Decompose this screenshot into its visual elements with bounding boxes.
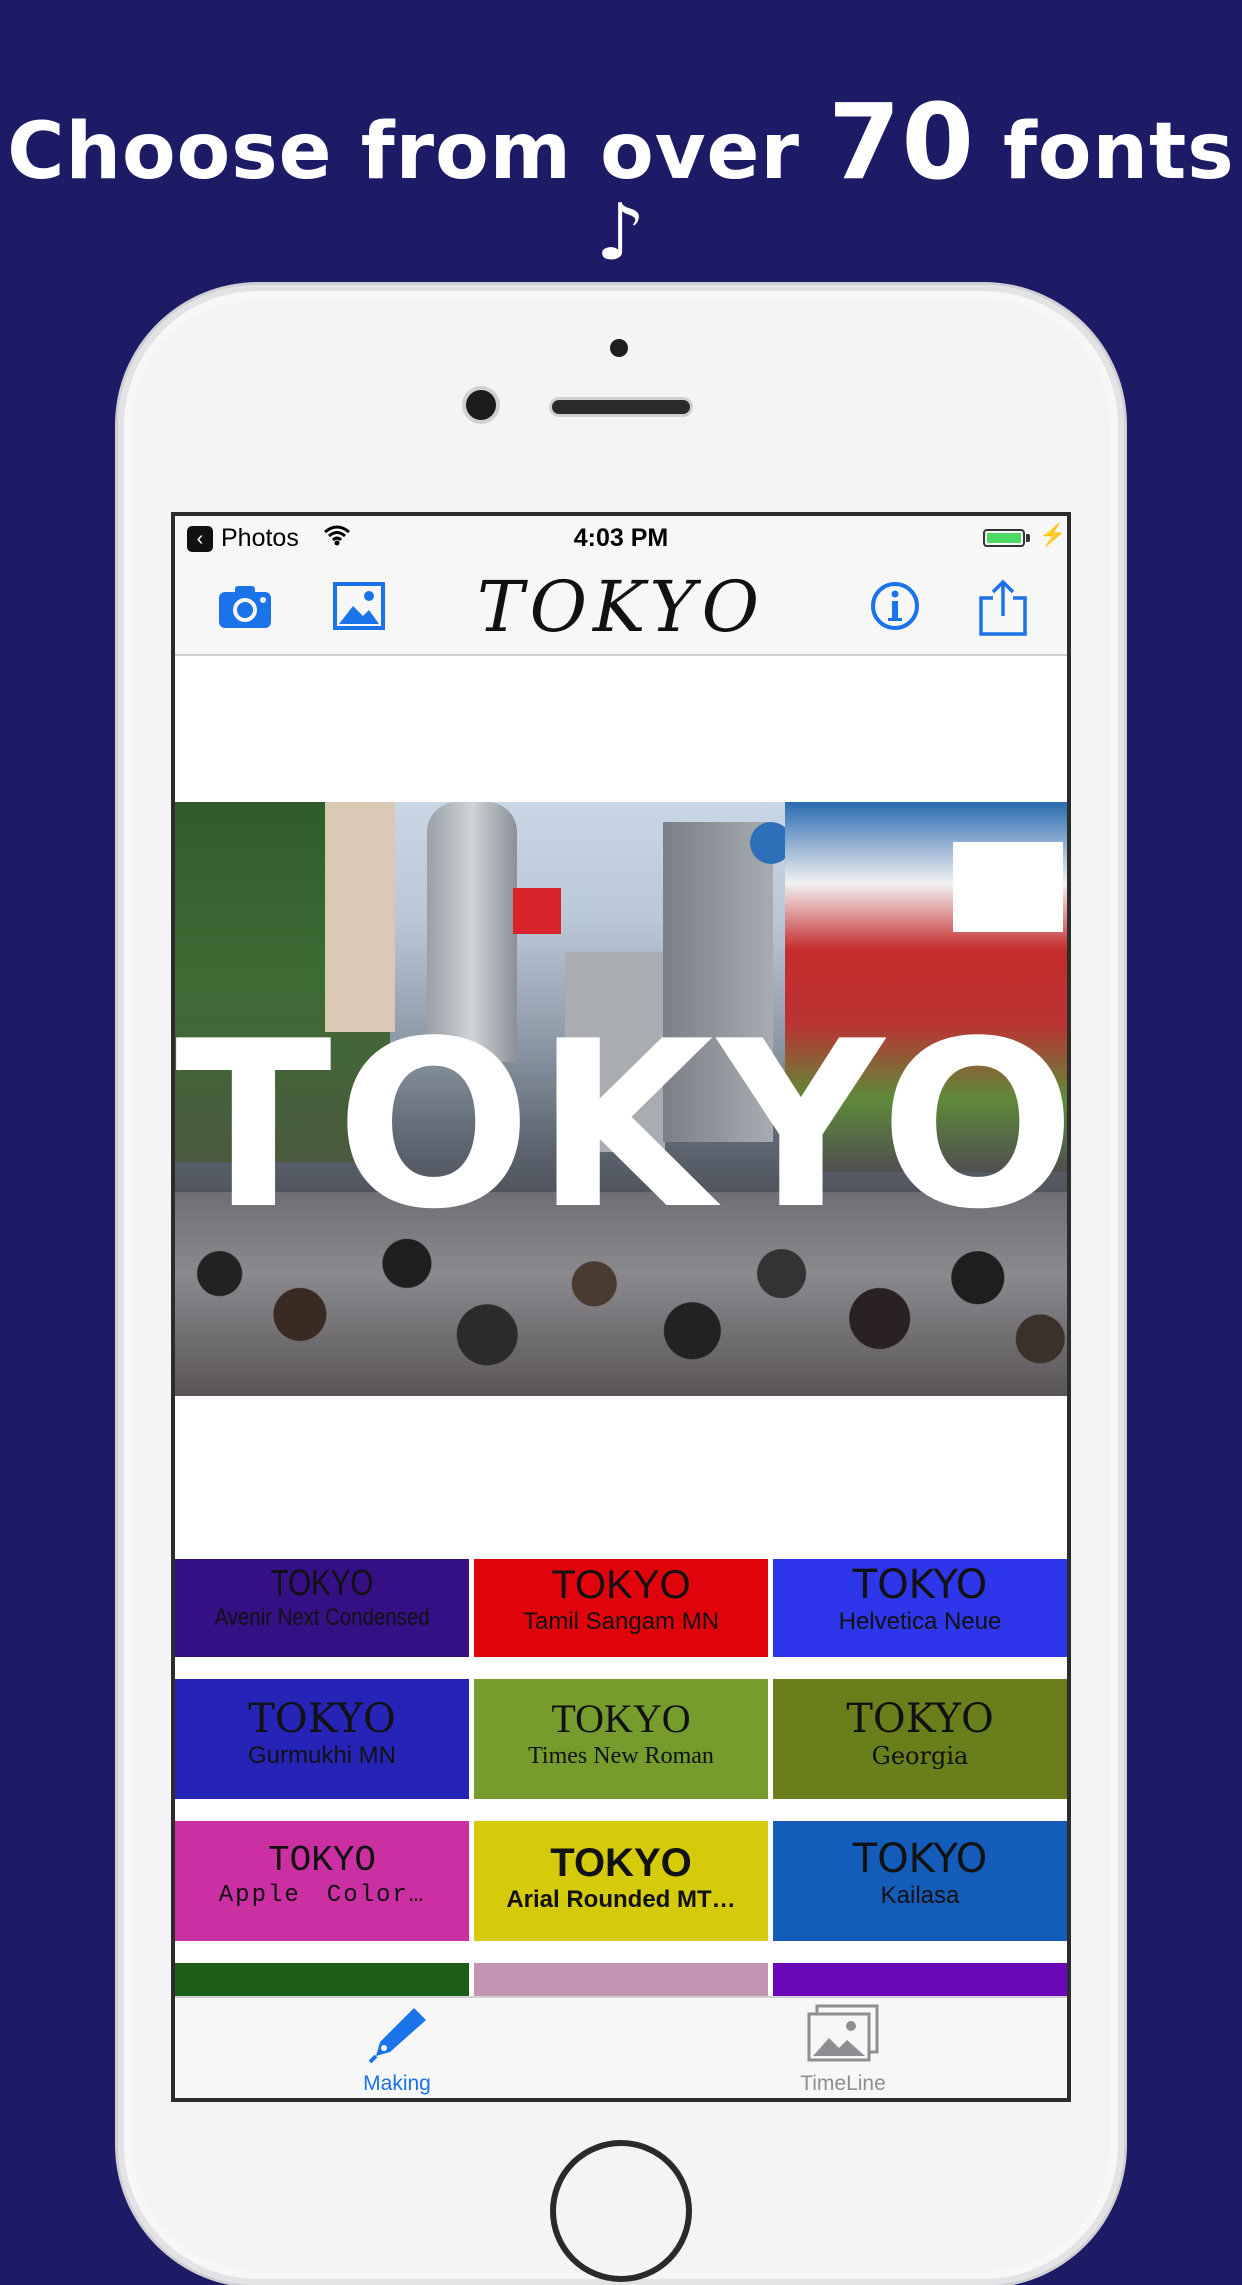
app-title: TOKYO xyxy=(476,566,766,648)
headline-prefix: Choose from over xyxy=(7,107,829,197)
font-tile-sample: TOKYO xyxy=(267,1840,377,1881)
status-time: 4:03 PM xyxy=(573,524,669,552)
photo-screen-white xyxy=(953,842,1063,932)
photo-sign-red xyxy=(513,888,561,934)
font-tile-gurmukhi-mn[interactable]: TOKYO Gurmukhi MN xyxy=(175,1679,469,1799)
font-tile-partial-1[interactable] xyxy=(175,1963,469,1997)
font-tile-tamil-sangam-mn[interactable]: TOKYO Tamil Sangam MN xyxy=(474,1559,768,1657)
font-tile-helvetica-neue[interactable]: TOKYO Helvetica Neue xyxy=(773,1559,1067,1657)
front-camera xyxy=(466,390,496,420)
info-icon[interactable] xyxy=(867,578,927,634)
nav-bar: TOKYO xyxy=(175,560,1067,656)
photo-overlay-text[interactable]: TOKYO xyxy=(175,1012,1067,1242)
font-tile-name: Avenir Next Condensed xyxy=(214,1604,430,1631)
share-icon[interactable] xyxy=(975,578,1035,636)
pen-icon xyxy=(368,2008,426,2064)
headline: Choose from over 70 fonts ♪ xyxy=(0,90,1242,272)
font-tile-name: Apple Color… xyxy=(218,1882,426,1909)
tab-timeline[interactable]: TimeLine xyxy=(743,2002,943,2096)
phone-sensor xyxy=(610,339,628,357)
font-tile-sample: TOKYO xyxy=(852,1836,988,1882)
app-screen: ‹ Photos 4:03 PM ⚡ TOKYO TOKYO TOKYO Ave… xyxy=(171,512,1071,2102)
tab-making-label: Making xyxy=(363,2072,431,2095)
font-tile-sample: TOKYO xyxy=(551,1563,691,1607)
font-tile-kailasa[interactable]: TOKYO Kailasa xyxy=(773,1821,1067,1941)
charging-icon: ⚡ xyxy=(1039,522,1067,547)
font-tile-arial-rounded[interactable]: TOKYO Arial Rounded MT… xyxy=(474,1821,768,1941)
font-tile-sample: TOKYO xyxy=(846,1696,994,1742)
font-tile-avenir-next-condensed[interactable]: TOKYO Avenir Next Condensed xyxy=(175,1559,469,1657)
timeline-photos-icon xyxy=(807,2004,879,2062)
font-tile-times-new-roman[interactable]: TOKYO Times New Roman xyxy=(474,1679,768,1799)
font-tile-name: Georgia xyxy=(871,1742,969,1770)
font-tile-name: Times New Roman xyxy=(528,1743,714,1769)
font-tile-sample: TOKYO xyxy=(270,1562,374,1603)
font-tile-georgia[interactable]: TOKYO Georgia xyxy=(773,1679,1067,1799)
battery-tip xyxy=(1026,534,1030,542)
font-tile-name: Gurmukhi MN xyxy=(247,1742,397,1769)
edited-photo[interactable]: TOKYO xyxy=(175,802,1067,1396)
phone-speaker xyxy=(552,400,690,414)
font-tile-name: Kailasa xyxy=(880,1882,960,1909)
status-bar: ‹ Photos 4:03 PM ⚡ xyxy=(175,516,1067,560)
font-tile-partial-3[interactable] xyxy=(773,1963,1067,1997)
font-grid: TOKYO Avenir Next Condensed TOKYO Tamil … xyxy=(175,1559,1067,1997)
font-tile-name: Helvetica Neue xyxy=(838,1608,1002,1635)
font-tile-sample: TOKYO xyxy=(248,1696,396,1742)
font-tile-sample: TOKYO xyxy=(550,1841,692,1885)
tab-timeline-label: TimeLine xyxy=(800,2072,886,2095)
tab-making[interactable]: Making xyxy=(297,2002,497,2096)
font-tile-partial-2[interactable] xyxy=(474,1963,768,1997)
home-button xyxy=(550,2140,692,2282)
font-tile-name: Tamil Sangam MN xyxy=(522,1608,720,1635)
font-tile-sample: TOKYO xyxy=(551,1696,691,1741)
tab-bar: Making TimeLine xyxy=(175,1996,1067,2098)
headline-number: 70 xyxy=(828,81,975,203)
font-tile-apple-color[interactable]: TOKYO Apple Color… xyxy=(175,1821,469,1941)
font-tile-sample: TOKYO xyxy=(852,1562,988,1608)
font-tile-name: Arial Rounded MT… xyxy=(506,1886,736,1913)
battery-icon xyxy=(983,529,1025,547)
